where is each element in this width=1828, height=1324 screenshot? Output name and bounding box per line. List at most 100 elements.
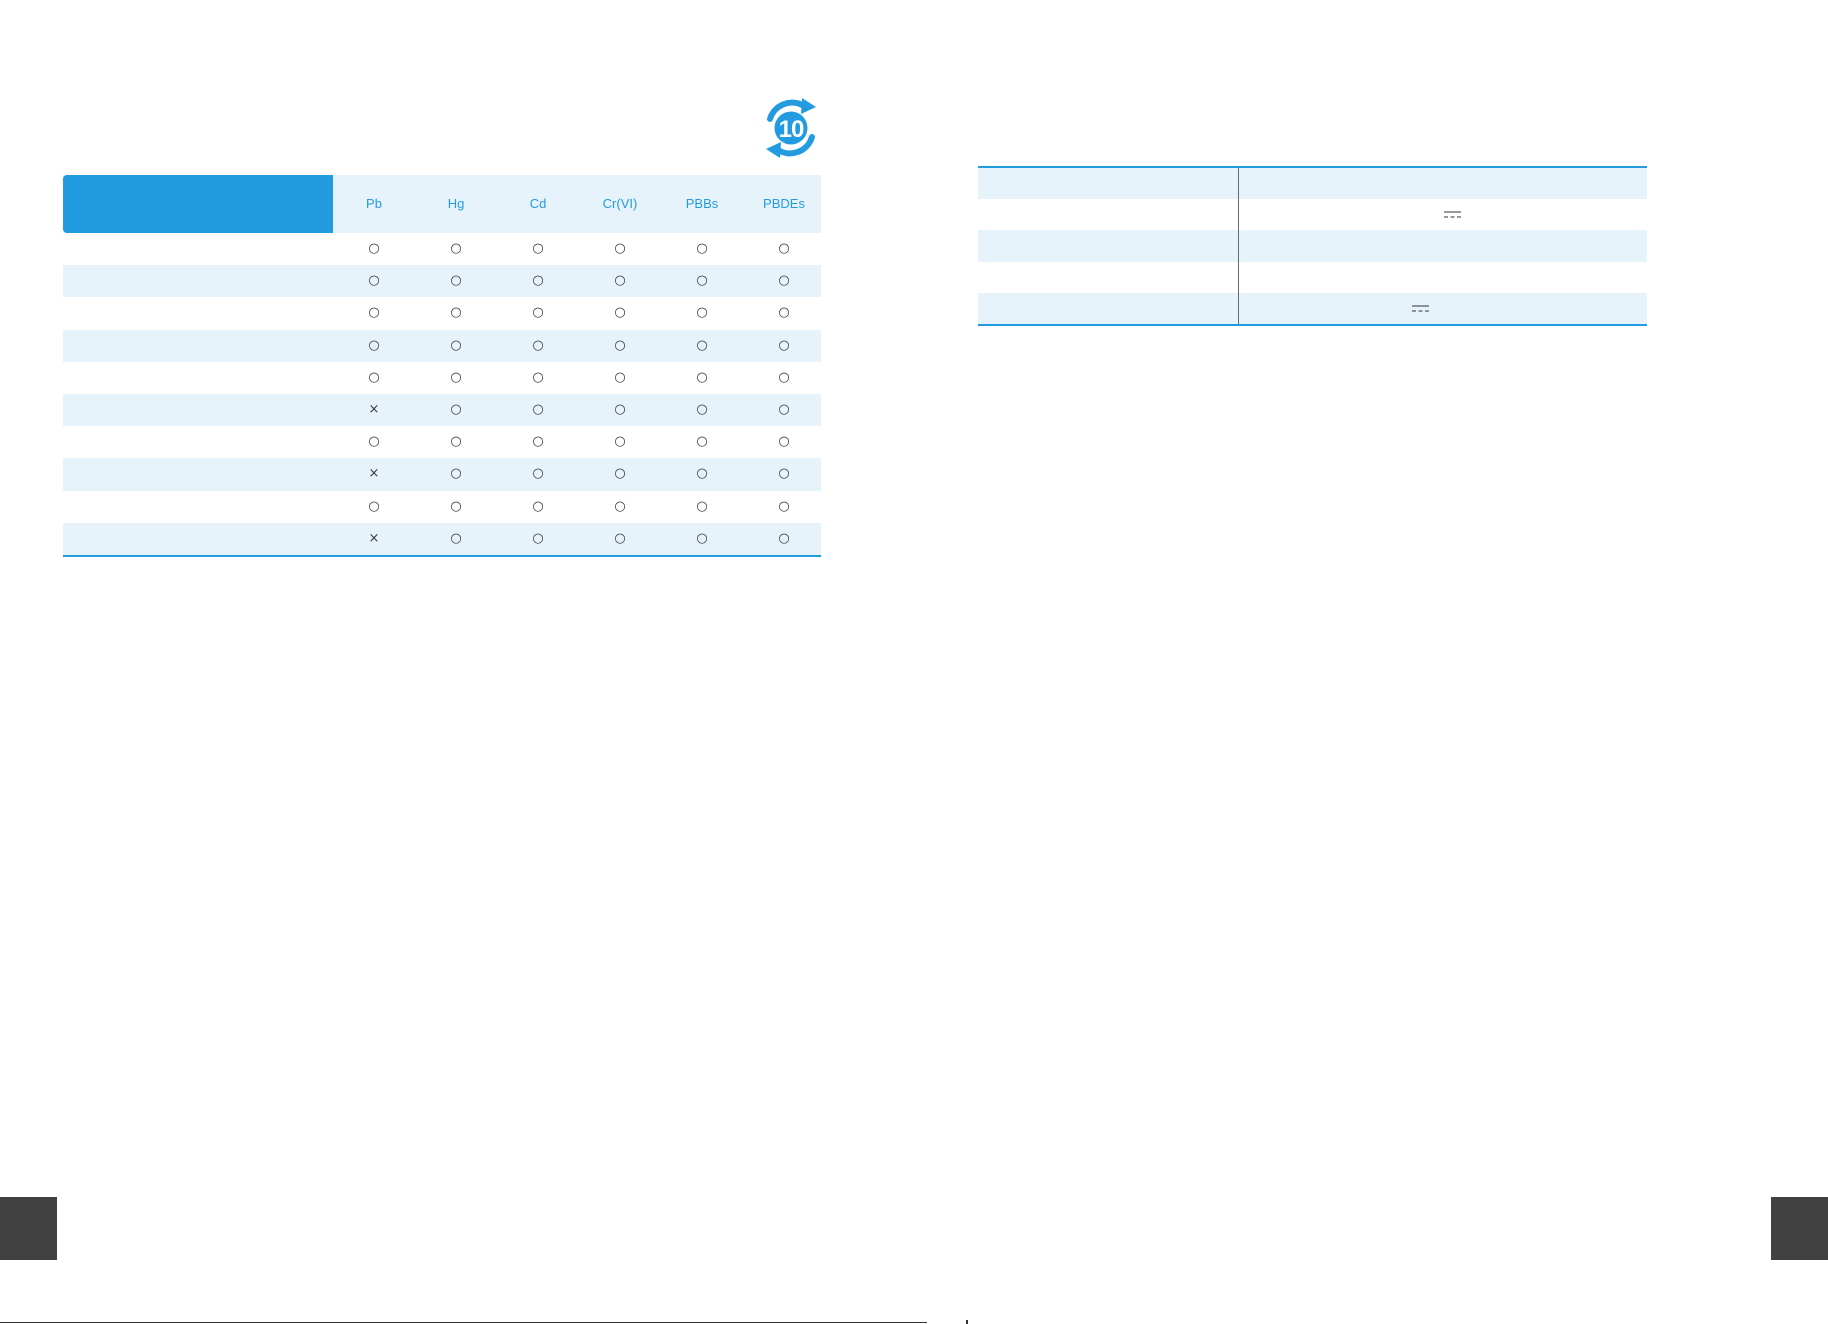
substance-mark: ○ (696, 305, 708, 321)
substance-mark: ○ (614, 305, 626, 321)
substance-mark: ○ (532, 434, 544, 450)
table-row: ○ ○ ○ ○ ○ ○ (63, 265, 821, 298)
page-tab-right (1771, 1197, 1828, 1260)
substance-mark: ○ (532, 305, 544, 321)
substance-mark: ○ (532, 273, 544, 289)
column-header-cr6: Cr(VI) (602, 196, 638, 211)
info-value (1239, 199, 1647, 230)
column-header-pbbs: PBBs (685, 196, 719, 211)
substance-mark: ○ (614, 369, 626, 385)
info-row (978, 292, 1647, 324)
substance-mark: ○ (614, 241, 626, 257)
substance-mark: ○ (778, 498, 790, 514)
part-name-cell (63, 458, 333, 490)
substance-header-row: Pb Hg Cd Cr(VI) PBBs PBDEs (333, 175, 825, 233)
dc-current-icon (1444, 211, 1461, 218)
table-row: ○ ○ ○ ○ ○ ○ (63, 233, 821, 265)
info-row (978, 261, 1647, 293)
substance-mark: ○ (696, 434, 708, 450)
substance-mark: ○ (778, 369, 790, 385)
substance-mark: ○ (696, 530, 708, 546)
substance-mark: ○ (696, 369, 708, 385)
substance-mark: ○ (696, 241, 708, 257)
substance-mark: ○ (696, 337, 708, 353)
substance-mark: ○ (450, 434, 462, 450)
part-name-cell (63, 394, 333, 426)
column-header-pb: Pb (366, 196, 382, 211)
substance-cells: × ○ ○ ○ ○ ○ (333, 458, 825, 490)
substance-mark: × (368, 402, 380, 418)
info-label (978, 230, 1239, 262)
substance-mark: ○ (614, 273, 626, 289)
substance-mark: ○ (696, 498, 708, 514)
substance-cells: ○ ○ ○ ○ ○ ○ (333, 362, 825, 394)
bottom-tick (966, 1320, 968, 1324)
info-value (1239, 168, 1647, 199)
bottom-rule (0, 1322, 927, 1323)
substance-mark: ○ (532, 466, 544, 482)
substance-mark: ○ (450, 402, 462, 418)
substance-mark: ○ (614, 337, 626, 353)
info-value (1239, 262, 1647, 293)
substance-mark: ○ (778, 241, 790, 257)
substance-cells: ○ ○ ○ ○ ○ ○ (333, 265, 825, 297)
column-header-cd: Cd (529, 196, 547, 211)
substance-mark: ○ (368, 369, 380, 385)
column-header-pbdes: PBDEs (763, 196, 805, 211)
info-label (978, 199, 1239, 231)
info-row (978, 230, 1647, 262)
substance-mark: ○ (450, 530, 462, 546)
substance-mark: ○ (778, 337, 790, 353)
substance-mark: ○ (532, 241, 544, 257)
substance-mark: ○ (614, 434, 626, 450)
substance-cells: ○ ○ ○ ○ ○ ○ (333, 330, 825, 362)
substance-mark: ○ (450, 498, 462, 514)
info-row (978, 199, 1647, 231)
table-row: ○ ○ ○ ○ ○ ○ (63, 426, 821, 458)
info-label (978, 292, 1239, 324)
substance-mark: ○ (450, 369, 462, 385)
part-name-cell (63, 362, 333, 394)
substance-mark: ○ (778, 305, 790, 321)
substance-mark: ○ (368, 273, 380, 289)
substance-mark: ○ (368, 241, 380, 257)
substance-mark: ○ (450, 241, 462, 257)
part-name-cell (63, 426, 333, 458)
substance-mark: ○ (368, 337, 380, 353)
info-label (978, 168, 1239, 200)
substance-mark: ○ (696, 273, 708, 289)
substance-mark: ○ (368, 498, 380, 514)
info-value (1239, 293, 1647, 324)
substance-cells: × ○ ○ ○ ○ ○ (333, 523, 825, 555)
table-row: × ○ ○ ○ ○ ○ (63, 393, 821, 427)
table-row: ○ ○ ○ ○ ○ ○ (63, 491, 821, 523)
info-label (978, 261, 1239, 293)
substance-mark: ○ (778, 402, 790, 418)
info-row (978, 168, 1647, 200)
table-header: Pb Hg Cd Cr(VI) PBBs PBDEs (63, 175, 821, 233)
part-name-cell (63, 265, 333, 297)
substance-mark: ○ (450, 305, 462, 321)
page-tab-left (0, 1197, 57, 1260)
table-row: ○ ○ ○ ○ ○ ○ (63, 297, 821, 329)
info-table (978, 166, 1647, 326)
substance-mark: ○ (614, 466, 626, 482)
substance-mark: × (368, 466, 380, 482)
substance-mark: ○ (532, 337, 544, 353)
substance-mark: ○ (450, 273, 462, 289)
substance-mark: ○ (778, 530, 790, 546)
efup-recycle-icon: 10 (766, 98, 816, 158)
substance-mark: ○ (778, 466, 790, 482)
substance-mark: ○ (532, 402, 544, 418)
substance-cells: × ○ ○ ○ ○ ○ (333, 394, 825, 426)
substance-mark: ○ (778, 273, 790, 289)
substance-mark: ○ (450, 466, 462, 482)
substance-mark: × (368, 530, 380, 546)
substance-mark: ○ (696, 402, 708, 418)
table-row: ○ ○ ○ ○ ○ ○ (63, 362, 821, 394)
substance-mark: ○ (532, 498, 544, 514)
table-row: ○ ○ ○ ○ ○ ○ (63, 329, 821, 362)
dc-current-icon (1412, 305, 1429, 312)
part-name-header (63, 175, 333, 233)
part-name-cell (63, 233, 333, 265)
